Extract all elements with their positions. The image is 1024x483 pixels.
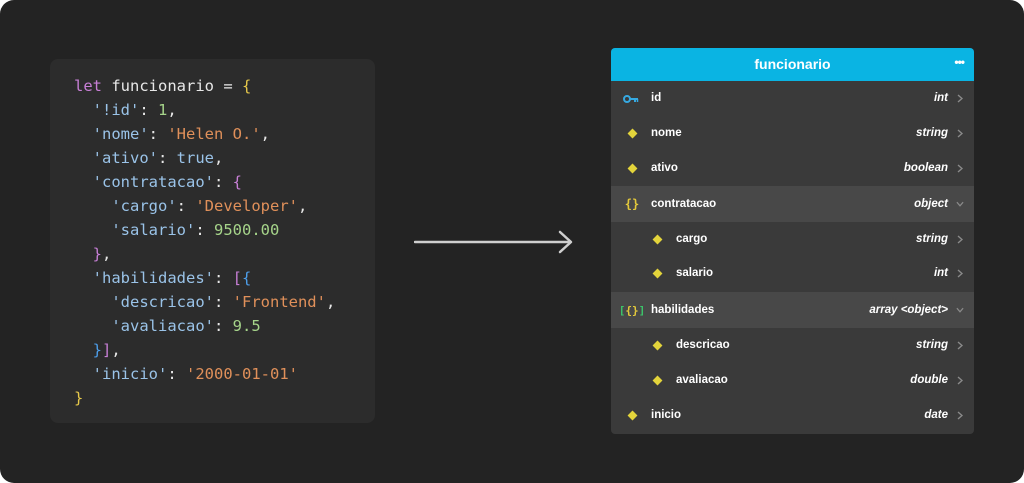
code-line-12: }], [92, 341, 121, 359]
field-row-inicio[interactable]: inicio date [611, 398, 974, 433]
diamond-icon [649, 222, 665, 257]
diamond-icon [649, 328, 665, 363]
field-name: cargo [676, 233, 708, 245]
code-panel: let funcionario = { '!id': 1, 'nome': 'H… [50, 59, 375, 423]
field-row-descricao[interactable]: descricao string [611, 328, 974, 363]
code-line-1: let funcionario = { [74, 76, 251, 96]
field-type: object [914, 198, 948, 210]
field-name: inicio [651, 409, 682, 421]
code-line-14: } [74, 389, 84, 407]
diamond-icon [649, 363, 665, 398]
field-type: boolean [903, 162, 948, 174]
diamond-icon [624, 398, 640, 433]
code-line-6: 'cargo': 'Developer', [111, 197, 308, 215]
chevron-right-icon[interactable] [956, 151, 964, 186]
chevron-right-icon[interactable] [956, 222, 964, 257]
field-name: contratacao [651, 198, 717, 210]
field-row-cargo[interactable]: cargo string [611, 222, 974, 257]
chevron-down-icon[interactable] [956, 186, 964, 222]
code-line-7: 'salario': 9500.00 [111, 221, 280, 239]
chevron-right-icon[interactable] [956, 81, 964, 116]
chevron-right-icon[interactable] [956, 256, 964, 291]
field-type: string [916, 127, 948, 139]
key-icon [623, 81, 639, 116]
chevron-down-icon[interactable] [956, 292, 964, 328]
more-options-icon[interactable]: ••• [954, 48, 965, 76]
chevron-right-icon[interactable] [956, 116, 964, 151]
equals-operator: = [223, 77, 233, 95]
array-object-icon: [{}] [618, 303, 646, 317]
field-row-contratacao[interactable]: {} contratacao object [611, 186, 974, 222]
field-row-id[interactable]: id int [611, 81, 974, 116]
field-name: nome [651, 127, 682, 139]
field-type: array <object> [869, 304, 948, 316]
field-name: descricao [676, 339, 730, 351]
schema-table[interactable]: funcionario ••• id int nome string ativo… [611, 48, 974, 434]
code-line-4: 'ativo': true, [92, 149, 224, 167]
code-line-2: '!id': 1, [92, 101, 177, 119]
field-name: ativo [651, 162, 678, 174]
code-line-8: }, [92, 245, 112, 263]
field-row-habilidades[interactable]: [{}] habilidades array <object> [611, 292, 974, 328]
field-row-salario[interactable]: salario int [611, 256, 974, 291]
chevron-right-icon[interactable] [956, 363, 964, 398]
code-line-10: 'descricao': 'Frontend', [111, 293, 336, 311]
open-brace: { [242, 77, 252, 95]
field-name: habilidades [651, 304, 715, 316]
field-row-avaliacao[interactable]: avaliacao double [611, 363, 974, 398]
code-line-11: 'avaliacao': 9.5 [111, 317, 261, 335]
canvas: let funcionario = { '!id': 1, 'nome': 'H… [0, 0, 1024, 483]
code-line-9: 'habilidades': [{ [92, 269, 252, 287]
diamond-icon [624, 151, 640, 186]
code-line-3: 'nome': 'Helen O.', [92, 125, 271, 143]
field-type: string [916, 233, 948, 245]
field-type: date [924, 409, 948, 421]
field-row-nome[interactable]: nome string [611, 116, 974, 151]
diamond-icon [649, 256, 665, 291]
table-header[interactable]: funcionario ••• [611, 48, 974, 81]
field-type: string [916, 339, 948, 351]
object-braces-icon: {} [624, 197, 640, 211]
field-row-ativo[interactable]: ativo boolean [611, 151, 974, 186]
let-keyword: let [74, 77, 102, 95]
field-name: avaliacao [676, 374, 728, 386]
table-title: funcionario [754, 56, 831, 72]
code-line-5: 'contratacao': { [92, 173, 243, 191]
right-arrow-icon [414, 230, 573, 254]
variable-name: funcionario [111, 77, 214, 95]
chevron-right-icon[interactable] [956, 328, 964, 363]
field-type: int [933, 267, 948, 279]
field-type: int [933, 92, 948, 104]
field-name: salario [676, 267, 714, 279]
field-name: id [651, 92, 662, 104]
diamond-icon [624, 116, 640, 151]
code-line-13: 'inicio': '2000-01-01' [92, 365, 298, 383]
field-type: double [910, 374, 948, 386]
chevron-right-icon[interactable] [956, 398, 964, 433]
